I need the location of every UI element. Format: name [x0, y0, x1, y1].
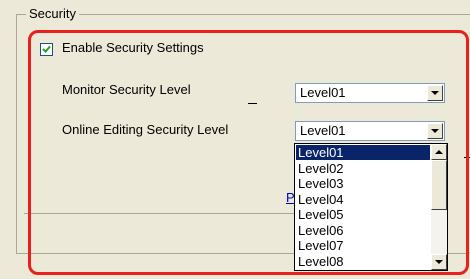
security-group-title: Security: [26, 5, 79, 23]
highlight-frame: [28, 30, 469, 275]
